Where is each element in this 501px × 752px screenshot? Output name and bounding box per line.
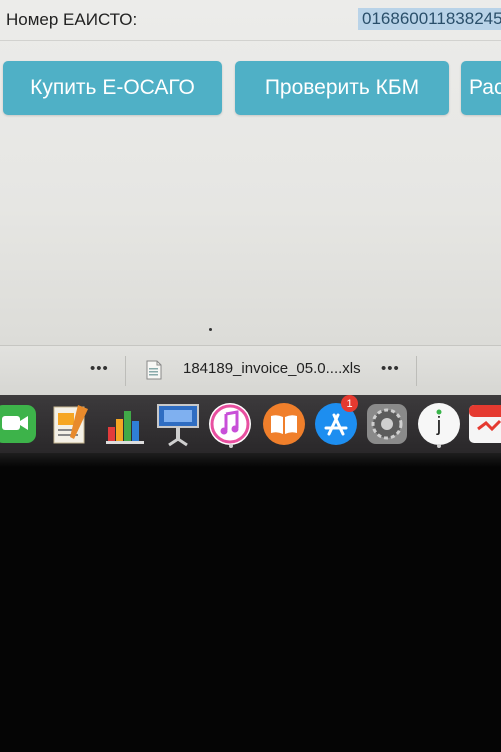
dock: j [0, 395, 501, 453]
more-icon[interactable]: ••• [90, 360, 109, 377]
keynote-icon[interactable] [155, 401, 201, 447]
eaisto-label: Номер ЕАИСТО: [6, 10, 138, 29]
running-indicator [229, 444, 233, 448]
eaisto-number[interactable]: 016860011838245 [358, 8, 501, 30]
cursor-dot [209, 328, 212, 331]
check-kbm-button[interactable]: Проверить КБМ [235, 61, 449, 115]
laptop-bezel [0, 453, 501, 752]
app-store-badge: 1 [341, 395, 358, 412]
svg-text:j: j [436, 414, 441, 436]
download-file-name[interactable]: 184189_invoice_05.0....xls [183, 360, 361, 377]
calculate-button[interactable]: Рас [461, 61, 501, 115]
divider [125, 356, 126, 386]
ibooks-icon[interactable] [261, 401, 307, 447]
pages-icon[interactable] [48, 401, 94, 447]
eaisto-row: Номер ЕАИСТО: 016860011838245 [0, 0, 501, 41]
file-options-icon[interactable]: ••• [381, 360, 400, 377]
divider [416, 356, 417, 386]
browser-page: Номер ЕАИСТО: 016860011838245 Купить Е-О… [0, 0, 501, 345]
screen-edge [0, 453, 501, 467]
buy-eosago-button[interactable]: Купить Е-ОСАГО [3, 61, 222, 115]
file-icon [146, 360, 162, 380]
itunes-icon[interactable] [207, 401, 253, 447]
numbers-icon[interactable] [102, 401, 148, 447]
pdf-app-icon[interactable] [466, 401, 501, 447]
system-preferences-icon[interactable] [364, 401, 410, 447]
joxi-icon[interactable]: j [416, 401, 462, 447]
download-bar: ••• 184189_invoice_05.0....xls ••• [0, 345, 501, 396]
running-indicator [437, 444, 441, 448]
facetime-icon[interactable] [0, 401, 38, 447]
